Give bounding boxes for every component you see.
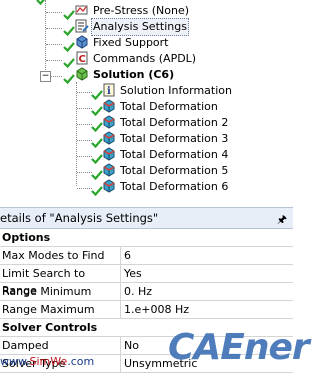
tree-item-analysis-settings[interactable]: Analysis Settings [91,18,189,36]
details-panel-title: etails of "Analysis Settings" [0,211,159,225]
tree-connector [77,124,92,125]
property-value[interactable]: Yes [121,265,293,282]
total-deformation-icon [103,147,115,161]
tree-item-commands-apdl[interactable]: Commands (APDL) [91,51,198,67]
total-deformation-icon [103,179,115,193]
collapse-expander[interactable]: − [40,71,51,82]
tree-item-total-deformation-6[interactable]: Total Deformation 6 [118,179,230,195]
tree-connector [77,92,92,93]
property-key: Limit Search to Range [0,265,121,297]
tree-item-label: Pre-Stress (None) [93,4,190,17]
tree-item-total-deformation[interactable]: Total Deformation [118,99,220,115]
property-row-max-modes[interactable]: Max Modes to Find 6 [0,247,293,265]
tree-connector [51,76,62,77]
property-key: Max Modes to Find [0,247,121,264]
total-deformation-icon [103,131,115,145]
tree-item-total-deformation-5[interactable]: Total Deformation 5 [118,163,230,179]
section-options[interactable]: Options [0,229,293,247]
commands-apdl-icon: C [76,51,88,65]
tree-connector [46,60,62,61]
tree-item-total-deformation-2[interactable]: Total Deformation 2 [118,115,230,131]
tree-connector [77,140,92,141]
tree-item-label: Total Deformation 4 [120,148,229,161]
tree-item-label: Total Deformation 6 [120,180,229,193]
tree-connector [77,172,92,173]
pre-stress-icon [75,5,88,15]
simwe-watermark: www.SimWe.com [0,355,94,368]
property-value[interactable]: 0. Hz [121,283,293,300]
details-panel-header: etails of "Analysis Settings" 🖈 [0,207,293,229]
tree-item-label: Commands (APDL) [93,52,197,65]
tree-connector [46,28,62,29]
watermark-prefix: www. [0,355,30,368]
tree-connector [76,82,77,186]
tree-item-solution[interactable]: Solution (C6) [91,67,176,83]
property-value[interactable]: 1.e+008 Hz [121,301,293,318]
svg-text:i: i [107,86,111,97]
watermark-brand: SimWe [29,355,68,368]
tree-item-pre-stress[interactable]: Pre-Stress (None) [91,3,191,19]
outline-tree[interactable]: Pre-Stress (None) Analysis Settings Fixe… [0,0,293,207]
fixed-support-icon [76,35,88,49]
tree-connector [77,108,92,109]
property-key: Range Maximum [0,301,121,318]
solution-icon [76,67,88,81]
tree-item-label: Solution Information [120,84,232,97]
tree-item-label: Solution (C6) [93,68,175,81]
property-value[interactable]: 6 [121,247,293,264]
analysis-settings-icon [75,19,89,33]
tree-connector [46,12,62,13]
tree-item-solution-information[interactable]: Solution Information [118,83,234,99]
tree-item-total-deformation-4[interactable]: Total Deformation 4 [118,147,230,163]
solution-information-icon: i [103,83,115,97]
tree-connector [77,156,92,157]
property-row-limit-search[interactable]: Limit Search to Range Yes [0,265,293,297]
property-key: Range Minimum [0,283,121,300]
tree-item-label: Total Deformation 5 [120,164,229,177]
total-deformation-icon [103,163,115,177]
total-deformation-icon [103,115,115,129]
tree-item-label: Total Deformation [120,100,218,113]
property-row-range-minimum[interactable]: Range Minimum 0. Hz [0,283,293,301]
pin-icon[interactable]: 🖈 [277,211,287,230]
tree-item-label: Total Deformation 3 [120,132,229,145]
check-icon [36,0,45,6]
property-key: Damped [0,337,121,354]
total-deformation-icon [103,99,115,113]
tree-connector [77,188,92,189]
svg-text:C: C [79,54,86,65]
tree-item-label: Analysis Settings [91,18,189,36]
tree-item-fixed-support[interactable]: Fixed Support [91,35,171,51]
tree-item-label: Fixed Support [93,36,169,49]
watermark-suffix: .com [67,355,95,368]
tree-connector [46,44,62,45]
tree-item-label: Total Deformation 2 [120,116,229,129]
caener-logo: CAEner [168,327,310,368]
property-row-range-maximum[interactable]: Range Maximum 1.e+008 Hz [0,301,293,319]
tree-item-total-deformation-3[interactable]: Total Deformation 3 [118,131,230,147]
